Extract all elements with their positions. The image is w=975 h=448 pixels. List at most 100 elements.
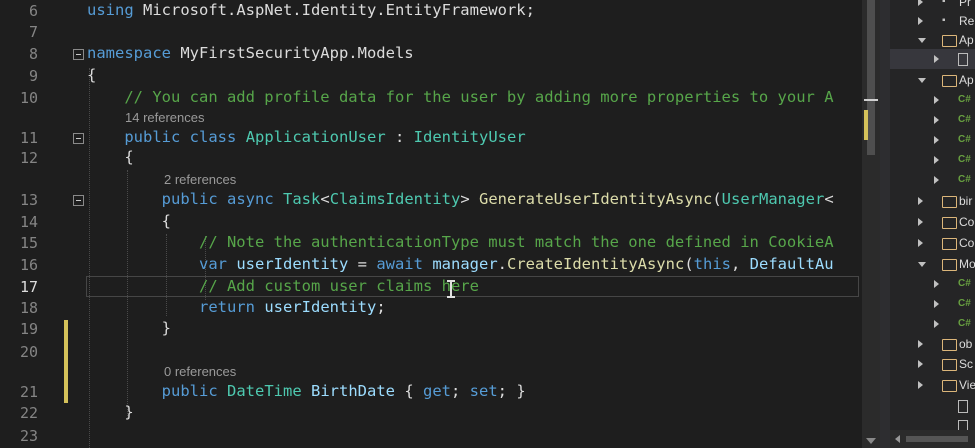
collapsed-chevron-icon[interactable] xyxy=(918,381,923,389)
collapsed-chevron-icon[interactable] xyxy=(934,176,939,184)
tree-item[interactable]: Ap xyxy=(890,70,975,90)
code-line[interactable]: // You can add profile data for the user… xyxy=(87,87,833,107)
collapsed-chevron-icon[interactable] xyxy=(934,300,939,308)
tree-item[interactable]: fav xyxy=(890,396,975,416)
collapsed-chevron-icon[interactable] xyxy=(918,340,923,348)
code-token: async xyxy=(227,190,274,208)
code-line[interactable]: return userIdentity; xyxy=(87,297,386,317)
csharp-file-icon: C# xyxy=(958,278,971,289)
expanded-chevron-icon[interactable] xyxy=(918,38,926,43)
collapsed-chevron-icon[interactable] xyxy=(934,320,939,328)
collapse-region-icon[interactable] xyxy=(73,195,84,206)
code-line[interactable]: { xyxy=(87,65,96,85)
scroll-down-icon[interactable] xyxy=(866,438,876,444)
collapsed-chevron-icon[interactable] xyxy=(918,218,923,226)
code-token: Task xyxy=(283,190,321,208)
tree-item-label: Co xyxy=(959,215,975,229)
tree-item[interactable]: C# xyxy=(890,90,975,110)
code-line[interactable]: public DateTime BirthDate { get; set; } xyxy=(87,381,526,401)
collapsed-chevron-icon[interactable] xyxy=(934,96,939,104)
tree-item[interactable]: bir xyxy=(890,191,975,211)
code-token: BirthDate xyxy=(311,382,395,400)
collapse-region-icon[interactable] xyxy=(73,133,84,144)
tree-item[interactable]: Ap xyxy=(890,30,975,50)
folder-icon xyxy=(942,359,957,371)
code-line[interactable]: { xyxy=(87,147,133,167)
tree-item[interactable]: Vie xyxy=(890,375,975,395)
tree-item[interactable]: Sc xyxy=(890,354,975,374)
tree-item[interactable]: C# xyxy=(890,110,975,130)
tree-item[interactable]: C# xyxy=(890,130,975,150)
code-line[interactable]: } xyxy=(87,402,133,422)
code-line[interactable]: namespace MyFirstSecurityApp.Models xyxy=(87,43,414,63)
unsaved-change-bar xyxy=(64,320,68,403)
scrollbar-thumb[interactable] xyxy=(867,0,875,155)
wrench-icon: ▪ xyxy=(942,0,946,7)
code-token: : xyxy=(385,128,414,146)
tree-item-label: Vie xyxy=(959,378,975,392)
code-line[interactable]: var userIdentity = await manager.CreateI… xyxy=(87,254,834,274)
code-token: < xyxy=(824,190,834,208)
collapsed-chevron-icon[interactable] xyxy=(918,0,923,6)
tree-item-label: Re xyxy=(959,14,975,28)
code-editor[interactable]: 6 7 8 9 10 11 12 13 14 15 16 17 18 19 20 21 22 23 14 refe… xyxy=(0,0,862,448)
solution-explorer-horizontal-scrollbar[interactable] xyxy=(890,430,975,448)
tree-item[interactable]: C# xyxy=(890,274,975,294)
expanded-chevron-icon[interactable] xyxy=(918,78,926,83)
code-token: CreateIdentityAsync xyxy=(507,255,685,273)
collapsed-chevron-icon[interactable] xyxy=(934,55,939,63)
solution-explorer-tree[interactable]: ▪ Pr ▪ Re Ap Ap C# C# C# C# C# bir Co Co Mo C# C# C# ob Sc V… xyxy=(890,0,975,448)
code-line[interactable]: // Note the authenticationType must matc… xyxy=(87,232,834,252)
collapsed-chevron-icon[interactable] xyxy=(918,17,923,25)
scroll-left-icon[interactable] xyxy=(895,435,900,443)
line-number: 13 xyxy=(19,191,38,209)
tree-item[interactable]: Co xyxy=(890,233,975,253)
tree-item[interactable]: C# xyxy=(890,150,975,170)
editor-vertical-scrollbar[interactable] xyxy=(862,0,880,448)
scrollbar-thumb[interactable] xyxy=(906,436,968,442)
code-token: MyFirstSecurityApp.Models xyxy=(171,44,414,62)
expanded-chevron-icon[interactable] xyxy=(918,262,926,267)
code-token: userIdentity xyxy=(236,255,349,273)
tree-item[interactable] xyxy=(890,49,975,69)
collapsed-chevron-icon[interactable] xyxy=(918,239,923,247)
tree-item-label: Ap xyxy=(959,33,974,47)
codelens-references[interactable]: 2 references xyxy=(164,172,236,188)
collapsed-chevron-icon[interactable] xyxy=(934,116,939,124)
line-number: 15 xyxy=(19,234,38,252)
tree-item[interactable]: ▪ Re xyxy=(890,11,975,31)
code-token: . xyxy=(497,255,507,273)
tree-item[interactable]: C# xyxy=(890,170,975,190)
line-number: 12 xyxy=(19,149,38,167)
code-line[interactable]: public class ApplicationUser : IdentityU… xyxy=(87,127,525,147)
code-line[interactable]: public async Task<ClaimsIdentity> Genera… xyxy=(87,189,834,209)
codelens-references[interactable]: 14 references xyxy=(125,110,205,126)
code-line[interactable]: { xyxy=(87,211,171,231)
collapsed-chevron-icon[interactable] xyxy=(934,156,939,164)
code-token: ; xyxy=(376,298,386,316)
panel-splitter[interactable] xyxy=(880,0,890,448)
code-token: public xyxy=(161,190,218,208)
codelens-references[interactable]: 0 references xyxy=(164,364,236,380)
code-line[interactable]: } xyxy=(87,318,171,338)
code-token: await xyxy=(376,255,423,273)
collapsed-chevron-icon[interactable] xyxy=(934,136,939,144)
tree-item[interactable]: Mo xyxy=(890,254,975,274)
code-line[interactable]: // Add custom user claims here xyxy=(87,276,479,296)
collapsed-chevron-icon[interactable] xyxy=(918,197,923,205)
code-token: namespace xyxy=(87,44,171,62)
tree-item[interactable]: ob xyxy=(890,334,975,354)
collapsed-chevron-icon[interactable] xyxy=(934,280,939,288)
collapse-region-icon[interactable] xyxy=(73,49,84,60)
code-token: DateTime xyxy=(227,382,302,400)
collapsed-chevron-icon[interactable] xyxy=(918,360,923,368)
line-number: 9 xyxy=(28,67,38,85)
code-line[interactable]: using Microsoft.AspNet.Identity.EntityFr… xyxy=(87,0,535,20)
code-token: ApplicationUser xyxy=(245,128,386,146)
tree-item[interactable]: C# xyxy=(890,294,975,314)
tree-item[interactable]: Co xyxy=(890,212,975,232)
tree-item[interactable]: C# xyxy=(890,314,975,334)
